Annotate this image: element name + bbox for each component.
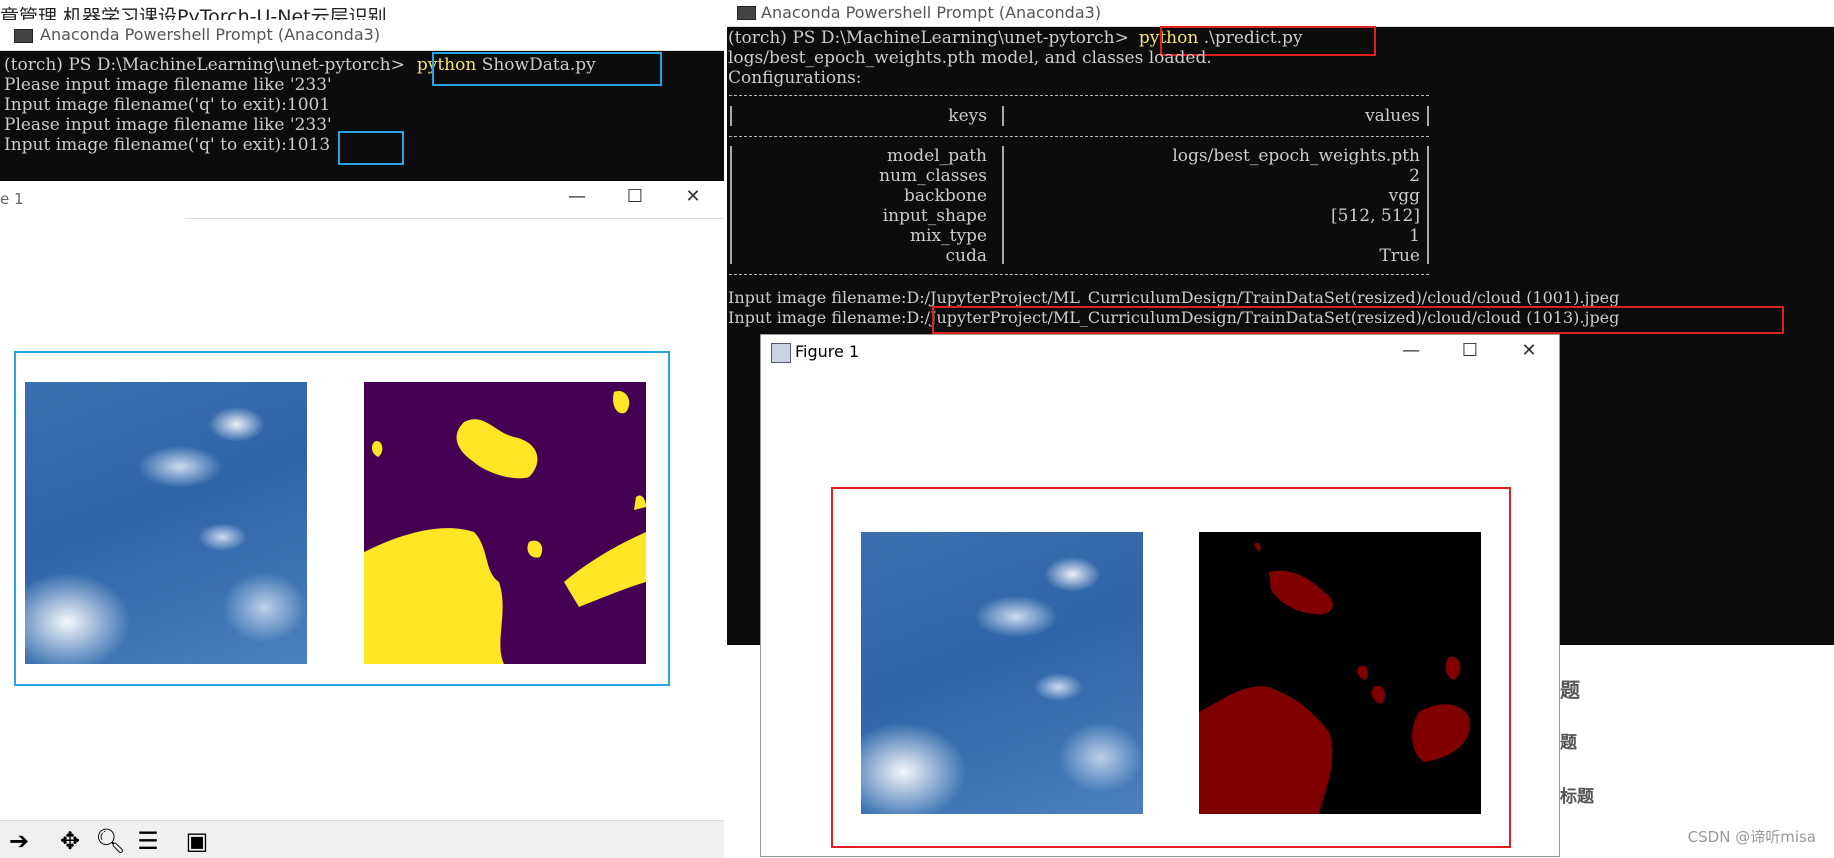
table-border xyxy=(1002,146,1004,264)
input-path: D:/JupyterProject/ML_CurriculumDesign/Tr… xyxy=(906,288,1620,307)
left-figure-title: e 1 xyxy=(0,190,24,208)
terminal-icon xyxy=(737,6,756,20)
prompt: (torch) PS D:\MachineLearning\unet-pytor… xyxy=(728,28,1129,48)
left-figure-titlebar[interactable]: e 1 — ☐ ✕ xyxy=(0,181,724,219)
config-key: num_classes xyxy=(879,166,987,186)
terminal-output-line: Input image filename:D:/JupyterProject/M… xyxy=(728,288,1619,308)
blog-item[interactable]: 题 xyxy=(1560,728,1577,753)
input-prompt: Input image filename('q' to exit): xyxy=(4,135,287,155)
input-label: Input image filename: xyxy=(728,288,907,307)
table-separator xyxy=(729,95,1429,96)
terminal-output-line: Please input image filename like '233' xyxy=(4,115,332,135)
config-value: [512, 512] xyxy=(1331,206,1420,226)
config-value: vgg xyxy=(1388,186,1420,206)
save-icon[interactable]: ▣ xyxy=(182,827,212,855)
right-figure-titlebar[interactable]: Figure 1 — ☐ ✕ xyxy=(761,335,1559,369)
config-values-column: logs/best_epoch_weights.pth 2 vgg [512, … xyxy=(1027,146,1420,266)
config-key: input_shape xyxy=(882,206,987,226)
config-keys-column: model_path num_classes backbone input_sh… xyxy=(727,146,987,266)
config-value: 1 xyxy=(1409,226,1420,246)
terminal-output-line: logs/best_epoch_weights.pth model, and c… xyxy=(728,48,1212,68)
config-key: mix_type xyxy=(909,226,987,246)
divider xyxy=(185,218,724,219)
figure-app-icon xyxy=(771,343,791,363)
config-key: model_path xyxy=(886,146,987,166)
config-key: cuda xyxy=(945,246,988,266)
table-header-values: values xyxy=(1365,106,1420,126)
input-sky-image xyxy=(25,382,307,664)
blog-header-strip: 章管理 机器学习课设PyTorch-U-Net云层识别 xyxy=(0,0,740,22)
table-header-keys: keys xyxy=(948,106,987,126)
blog-top-text: 章管理 机器学习课设PyTorch-U-Net云层识别 xyxy=(0,6,387,22)
sliders-icon[interactable]: ☰ xyxy=(133,827,163,855)
table-border xyxy=(1427,106,1429,126)
figure-toolbar: ➔ ✥ 🔍︎ ☰ ▣ xyxy=(0,820,724,858)
label-mask-image xyxy=(364,382,646,664)
terminal-output-line: Input image filename('q' to exit):1001 xyxy=(4,95,331,115)
table-separator xyxy=(729,136,1429,137)
predicted-mask-image xyxy=(1199,532,1481,814)
input-label: Input image filename: xyxy=(728,308,907,327)
blog-sidebar-fragment: 题 题 标题 xyxy=(1560,640,1834,857)
minimize-button[interactable]: — xyxy=(554,181,600,213)
table-separator xyxy=(729,274,1429,275)
close-button[interactable]: ✕ xyxy=(670,181,716,213)
terminal-icon xyxy=(14,29,33,43)
right-figure-title: Figure 1 xyxy=(795,342,860,361)
highlight-box-input xyxy=(338,131,404,165)
move-icon[interactable]: ✥ xyxy=(55,827,85,855)
config-key: backbone xyxy=(904,186,987,206)
blog-item[interactable]: 题 xyxy=(1560,674,1580,703)
table-border xyxy=(1427,146,1429,264)
csdn-watermark: CSDN @谛听misa xyxy=(1687,828,1816,846)
minimize-button[interactable]: — xyxy=(1388,335,1434,367)
config-value: True xyxy=(1379,246,1420,266)
mask-svg xyxy=(1199,532,1481,814)
arrow-right-icon[interactable]: ➔ xyxy=(4,827,34,855)
highlight-box-command xyxy=(432,52,662,86)
left-figure-window[interactable]: e 1 — ☐ ✕ ➔ ✥ 🔍︎ ☰ ▣ xyxy=(0,181,724,858)
left-terminal-title: Anaconda Powershell Prompt (Anaconda3) xyxy=(40,25,381,44)
blog-item[interactable]: 标题 xyxy=(1560,782,1594,807)
input-sky-image xyxy=(861,532,1143,814)
config-value: 2 xyxy=(1409,166,1420,186)
config-value: logs/best_epoch_weights.pth xyxy=(1172,146,1420,166)
left-terminal-titlebar[interactable]: Anaconda Powershell Prompt (Anaconda3) xyxy=(0,20,724,51)
highlight-box-path xyxy=(932,306,1784,334)
prompt: (torch) PS D:\MachineLearning\unet-pytor… xyxy=(4,55,405,75)
maximize-button[interactable]: ☐ xyxy=(612,181,658,213)
zoom-icon[interactable]: 🔍︎ xyxy=(95,827,125,855)
mask-svg xyxy=(364,382,646,664)
maximize-button[interactable]: ☐ xyxy=(1447,335,1493,367)
terminal-input-line: Input image filename('q' to exit):1013 xyxy=(4,135,330,155)
last-input-value: 1013 xyxy=(286,135,331,155)
terminal-output-line: Configurations: xyxy=(728,68,862,88)
left-terminal-window[interactable]: Anaconda Powershell Prompt (Anaconda3) (… xyxy=(0,20,724,181)
terminal-output-line: Please input image filename like '233' xyxy=(4,75,332,95)
right-terminal-title: Anaconda Powershell Prompt (Anaconda3) xyxy=(761,3,1102,22)
right-figure-window[interactable]: Figure 1 — ☐ ✕ xyxy=(760,334,1560,857)
close-button[interactable]: ✕ xyxy=(1506,335,1552,367)
table-border xyxy=(1002,106,1004,126)
right-terminal-titlebar[interactable]: Anaconda Powershell Prompt (Anaconda3) xyxy=(727,0,1834,27)
left-terminal-body[interactable]: (torch) PS D:\MachineLearning\unet-pytor… xyxy=(0,51,724,181)
